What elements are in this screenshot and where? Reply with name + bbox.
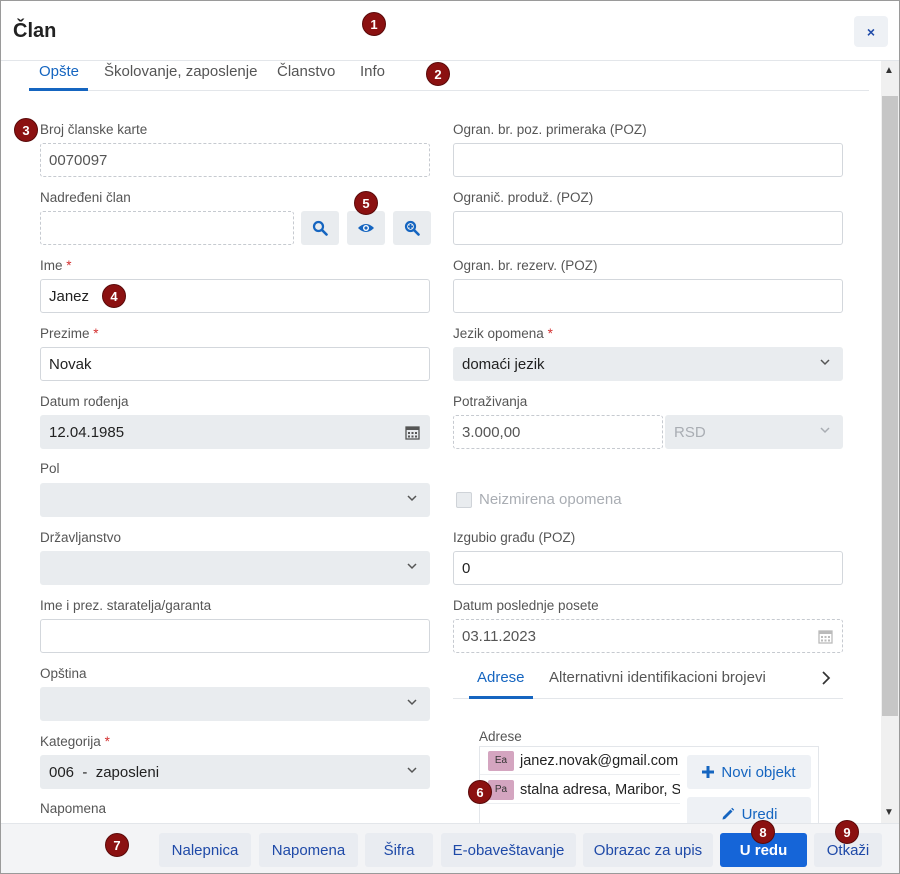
pol-select[interactable] — [40, 483, 430, 517]
dialog-title: Član — [13, 20, 57, 42]
sifra-button[interactable]: Šifra — [365, 833, 433, 867]
required-mark: * — [66, 258, 72, 273]
kategorija-select[interactable]: 006 - zaposleni — [40, 755, 430, 789]
annotation-badge: 6 — [468, 780, 492, 804]
annotation-badge: 8 — [751, 820, 775, 844]
annotation-badge: 1 — [362, 12, 386, 36]
broj-label: Broj članske karte — [40, 122, 148, 137]
ime-input[interactable]: Janez — [40, 279, 430, 313]
address-subtabs: Adrese Alternativni identifikacioni broj… — [453, 661, 843, 699]
staratelj-label: Ime i prez. staratelja/garanta — [40, 598, 212, 613]
zoom-in-button[interactable] — [393, 211, 431, 245]
chevron-down-icon — [407, 699, 417, 706]
nadredjeni-label: Nadređeni član — [40, 190, 131, 205]
tab-opste[interactable]: Opšte — [39, 63, 79, 80]
kategorija-label: Kategorija * — [40, 734, 110, 749]
poseta-label: Datum poslednje posete — [453, 598, 599, 613]
calendar-icon[interactable] — [405, 425, 420, 440]
chevron-down-icon — [407, 495, 417, 502]
chevron-right-icon[interactable] — [821, 671, 831, 685]
pencil-icon — [722, 807, 734, 820]
jezik-opomena-select[interactable]: domaći jezik — [453, 347, 843, 381]
address-type-tag: Ea — [488, 750, 514, 771]
eye-icon — [358, 224, 374, 232]
chevron-down-icon — [407, 767, 417, 774]
annotation-badge: 2 — [426, 62, 450, 86]
neizmirena-checkbox[interactable] — [456, 492, 472, 508]
vertical-scrollbar[interactable]: ▲ ▼ — [881, 61, 899, 823]
datum-rodjenja-label: Datum rođenja — [40, 394, 129, 409]
nadredjeni-clan-input[interactable] — [40, 211, 294, 245]
required-mark: * — [93, 326, 99, 341]
view-button[interactable] — [347, 211, 385, 245]
search-button[interactable] — [301, 211, 339, 245]
drzavljanstvo-label: Državljanstvo — [40, 530, 122, 545]
e-obavestavanje-button[interactable]: E-obaveštavanje — [441, 833, 576, 867]
jezik-label: Jezik opomena * — [453, 326, 553, 341]
opstina-label: Opština — [40, 666, 87, 681]
annotation-badge: 9 — [835, 820, 859, 844]
currency-select[interactable]: RSD — [665, 415, 843, 449]
annotation-badge: 3 — [14, 118, 38, 142]
opstina-select[interactable] — [40, 687, 430, 721]
calendar-icon[interactable] — [818, 629, 833, 644]
dialog-header: Član × — [1, 1, 899, 61]
scroll-thumb[interactable] — [882, 96, 898, 716]
tab-skolovanje[interactable]: Školovanje, zaposlenje — [104, 63, 257, 80]
prezime-input[interactable]: Novak — [40, 347, 430, 381]
required-mark: * — [104, 734, 110, 749]
close-icon: × — [866, 23, 876, 40]
izgubio-label: Izgubio građu (POZ) — [453, 530, 576, 545]
annotation-badge: 5 — [354, 191, 378, 215]
napomena-label: Napomena — [40, 801, 107, 816]
staratelj-input[interactable] — [40, 619, 430, 653]
chevron-down-icon — [820, 427, 830, 434]
drzavljanstvo-select[interactable] — [40, 551, 430, 585]
tab-info[interactable]: Info — [360, 63, 385, 80]
prezime-label: Prezime * — [40, 326, 99, 341]
active-subtab-indicator — [469, 696, 533, 699]
active-tab-indicator — [29, 88, 88, 91]
chevron-down-icon — [820, 359, 830, 366]
pol-label: Pol — [40, 461, 60, 476]
potrazivanja-input[interactable]: 3.000,00 — [453, 415, 663, 449]
nalepnica-button[interactable]: Nalepnica — [159, 833, 251, 867]
ogran-produz-label: Ogranič. produž. (POZ) — [453, 190, 594, 205]
ogran-rezerv-input[interactable] — [453, 279, 843, 313]
list-item[interactable]: Ea janez.novak@gmail.com — [480, 747, 680, 775]
member-dialog: Član × Opšte Školovanje, zaposlenje Član… — [0, 0, 900, 874]
ogran-primeraka-input[interactable] — [453, 143, 843, 177]
annotation-badge: 4 — [102, 284, 126, 308]
required-mark: * — [547, 326, 553, 341]
list-item[interactable]: Pa stalna adresa, Maribor, S — [480, 776, 680, 804]
scroll-down-icon[interactable]: ▼ — [884, 807, 894, 818]
broj-clanske-karte-input[interactable]: 0070097 — [40, 143, 430, 177]
zoom-in-icon — [404, 220, 420, 236]
subtab-alternativni[interactable]: Alternativni identifikacioni brojevi — [549, 669, 766, 686]
ogran-produz-input[interactable] — [453, 211, 843, 245]
ogran-primeraka-label: Ogran. br. poz. primeraka (POZ) — [453, 122, 647, 137]
datum-rodjenja-input[interactable]: 12.04.1985 — [40, 415, 430, 449]
izgubio-input[interactable]: 0 — [453, 551, 843, 585]
subtab-adrese[interactable]: Adrese — [477, 669, 525, 686]
plus-icon — [702, 766, 715, 778]
close-button[interactable]: × — [854, 16, 888, 47]
ogran-rezerv-label: Ogran. br. rezerv. (POZ) — [453, 258, 598, 273]
adrese-label: Adrese — [479, 729, 522, 744]
ime-label: Ime * — [40, 258, 72, 273]
search-icon — [312, 220, 328, 236]
scroll-up-icon[interactable]: ▲ — [884, 65, 894, 76]
neizmirena-label: Neizmirena opomena — [479, 491, 622, 508]
tab-clanstvo[interactable]: Članstvo — [277, 63, 335, 80]
broj-value: 0070097 — [49, 151, 108, 169]
napomena-button[interactable]: Napomena — [259, 833, 358, 867]
annotation-badge: 7 — [105, 833, 129, 857]
poseta-input[interactable]: 03.11.2023 — [453, 619, 843, 653]
obrazac-za-upis-button[interactable]: Obrazac za upis — [583, 833, 713, 867]
potrazivanja-label: Potraživanja — [453, 394, 528, 409]
chevron-down-icon — [407, 563, 417, 570]
novi-objekt-button[interactable]: Novi objekt — [687, 755, 811, 789]
